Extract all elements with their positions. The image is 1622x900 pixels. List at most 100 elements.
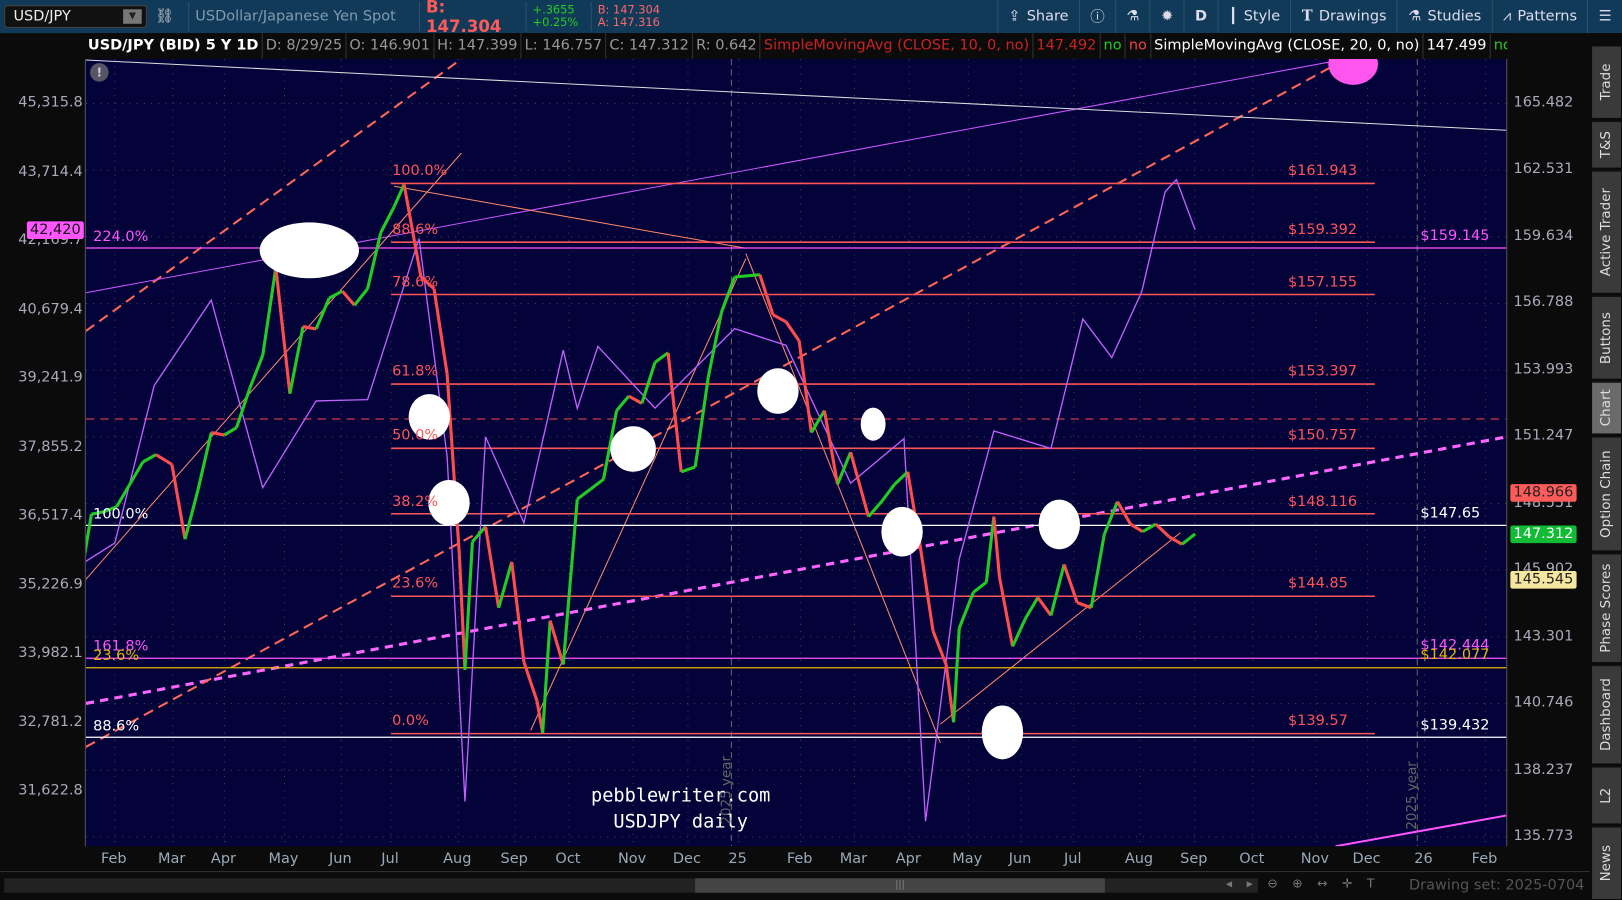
- price-segment: [432, 288, 449, 375]
- tab-dashboard[interactable]: Dashboard: [1592, 665, 1622, 764]
- price-segment: [463, 541, 474, 670]
- price-tick: 153.993: [1513, 360, 1574, 378]
- chart-pane[interactable]: pebblewriter.com USDJPY daily 2025 year …: [84, 58, 1508, 847]
- symbol-select[interactable]: USD/JPY ▼: [4, 5, 147, 28]
- chart-scrollbar[interactable]: ||| ◂ ▸ ⊖ ⊕ ↔ ✛ T Drawing set: 2025-0704: [0, 871, 1591, 900]
- study-sma20-flag-a: no: [1491, 33, 1508, 59]
- style-label: Style: [1243, 8, 1281, 25]
- price-segment: [576, 487, 592, 501]
- highlight-ellipse: [757, 368, 799, 414]
- divider: [590, 2, 592, 32]
- price-segment: [392, 183, 406, 208]
- price-segment: [445, 374, 461, 555]
- drawing-set-label[interactable]: Drawing set: 2025-0704: [1409, 877, 1584, 894]
- fib-percent-label: 23.6%: [392, 575, 439, 593]
- price-segment: [654, 351, 670, 364]
- price-segment: [248, 354, 265, 390]
- link-icon[interactable]: ⛓: [155, 8, 173, 25]
- time-tick: Sep: [500, 850, 528, 867]
- time-tick: Dec: [1352, 850, 1381, 867]
- study-sma10[interactable]: SimpleMovingAvg (CLOSE, 10, 0, no): [761, 33, 1034, 59]
- ask-price: A: 147.316: [597, 15, 660, 29]
- tab-l2[interactable]: L2: [1592, 766, 1622, 824]
- highlight-ellipse: [881, 506, 923, 557]
- menu-button[interactable]: ☰: [1587, 0, 1622, 34]
- fib-price-label: $148.116: [1287, 493, 1358, 510]
- trendline: [85, 59, 1507, 131]
- aggregation-button[interactable]: D: [1183, 0, 1218, 34]
- level-price-label: $159.145: [1420, 227, 1490, 244]
- fib-price-label: $153.397: [1287, 363, 1358, 380]
- menu-icon: ☰: [1598, 8, 1612, 25]
- aggregation-label: D: [1195, 8, 1208, 25]
- time-axis: Feb Mar Apr May Jun Jul Aug Sep Oct Nov Dec 25 Feb Ma…: [85, 846, 1507, 871]
- chart-title: USD/JPY (BID) 5 Y 1D: [85, 33, 263, 59]
- price-segment: [457, 554, 467, 670]
- time-tick: Feb: [100, 850, 127, 867]
- tab-active-trader[interactable]: Active Trader: [1592, 170, 1622, 293]
- price-segment: [931, 630, 948, 666]
- price-segment: [628, 394, 643, 405]
- time-tick: Jul: [1064, 850, 1082, 867]
- time-tick: Mar: [158, 850, 186, 867]
- pan-icon[interactable]: ↔: [1317, 876, 1327, 890]
- price-segment: [1116, 500, 1132, 525]
- index-tick: 37,855.2: [18, 438, 83, 455]
- price-segment: [1102, 501, 1119, 535]
- settings-button[interactable]: ✹: [1149, 0, 1184, 34]
- tab-t-s[interactable]: T&S: [1592, 121, 1622, 168]
- pattern-icon: ⩘: [1502, 8, 1512, 25]
- text-icon: T: [1301, 8, 1313, 25]
- info-button[interactable]: ⓘ: [1078, 0, 1115, 34]
- tab-option-chain[interactable]: Option Chain: [1592, 436, 1622, 551]
- price-segment: [997, 576, 1015, 647]
- price-badge: 145.545: [1510, 571, 1577, 589]
- gear-icon: ✹: [1161, 8, 1174, 25]
- study-sma20[interactable]: SimpleMovingAvg (CLOSE, 20, 0, no): [1151, 33, 1424, 59]
- price-segment: [471, 525, 487, 543]
- fib-price-label: $157.155: [1287, 273, 1358, 291]
- bar-open: O: 146.901: [346, 33, 435, 59]
- index-tick: 40,679.4: [18, 300, 83, 318]
- trendline: [394, 185, 746, 249]
- fib-percent-label: 38.2%: [392, 493, 439, 510]
- price-segment: [314, 297, 331, 330]
- time-tick: Mar: [839, 850, 868, 867]
- tab-news[interactable]: News: [1592, 826, 1622, 899]
- scroll-thumb[interactable]: |||: [695, 878, 1105, 893]
- studies-button[interactable]: ⚗ Studies: [1396, 0, 1492, 34]
- price-segment: [302, 325, 317, 331]
- tab-chart[interactable]: Chart: [1592, 381, 1622, 434]
- price-segment: [957, 591, 975, 629]
- watermark-site: pebblewriter.com: [591, 785, 771, 807]
- price-segment: [952, 628, 961, 723]
- alert-icon[interactable]: !: [90, 63, 109, 82]
- tab-trade[interactable]: Trade: [1592, 45, 1622, 118]
- patterns-button[interactable]: ⩘ Patterns: [1491, 0, 1588, 34]
- share-button[interactable]: ⇪ Share: [996, 0, 1079, 34]
- share-label: Share: [1026, 8, 1069, 25]
- zoom-out-icon[interactable]: ⊖: [1267, 876, 1277, 890]
- price-segment: [196, 432, 213, 490]
- tab-buttons[interactable]: Buttons: [1592, 295, 1622, 379]
- price-segment: [640, 361, 657, 404]
- drawings-button[interactable]: T Drawings: [1290, 0, 1396, 34]
- fib-percent-label: 88.6%: [392, 221, 439, 239]
- time-tick: Jun: [329, 850, 352, 867]
- time-tick: Sep: [1180, 850, 1208, 867]
- lab-button[interactable]: ⚗: [1115, 0, 1150, 34]
- text-icon[interactable]: T: [1367, 876, 1375, 890]
- crosshair-icon[interactable]: ✛: [1342, 876, 1352, 890]
- scroll-right-icon[interactable]: ▸: [1247, 876, 1253, 890]
- zoom-in-icon[interactable]: ⊕: [1292, 876, 1302, 890]
- fib-price-label: $159.392: [1287, 221, 1358, 239]
- price-segment: [1036, 596, 1053, 617]
- style-button[interactable]: ┃ Style: [1217, 0, 1290, 34]
- price-segment: [680, 465, 696, 474]
- time-tick: 25: [728, 850, 747, 867]
- price-badge: 148.966: [1510, 484, 1577, 502]
- flask-icon: ⚗: [1126, 8, 1140, 25]
- bid-price-large: B: 147.304: [425, 0, 502, 37]
- scroll-left-icon[interactable]: ◂: [1226, 876, 1232, 890]
- tab-phase-scores[interactable]: Phase Scores: [1592, 553, 1622, 663]
